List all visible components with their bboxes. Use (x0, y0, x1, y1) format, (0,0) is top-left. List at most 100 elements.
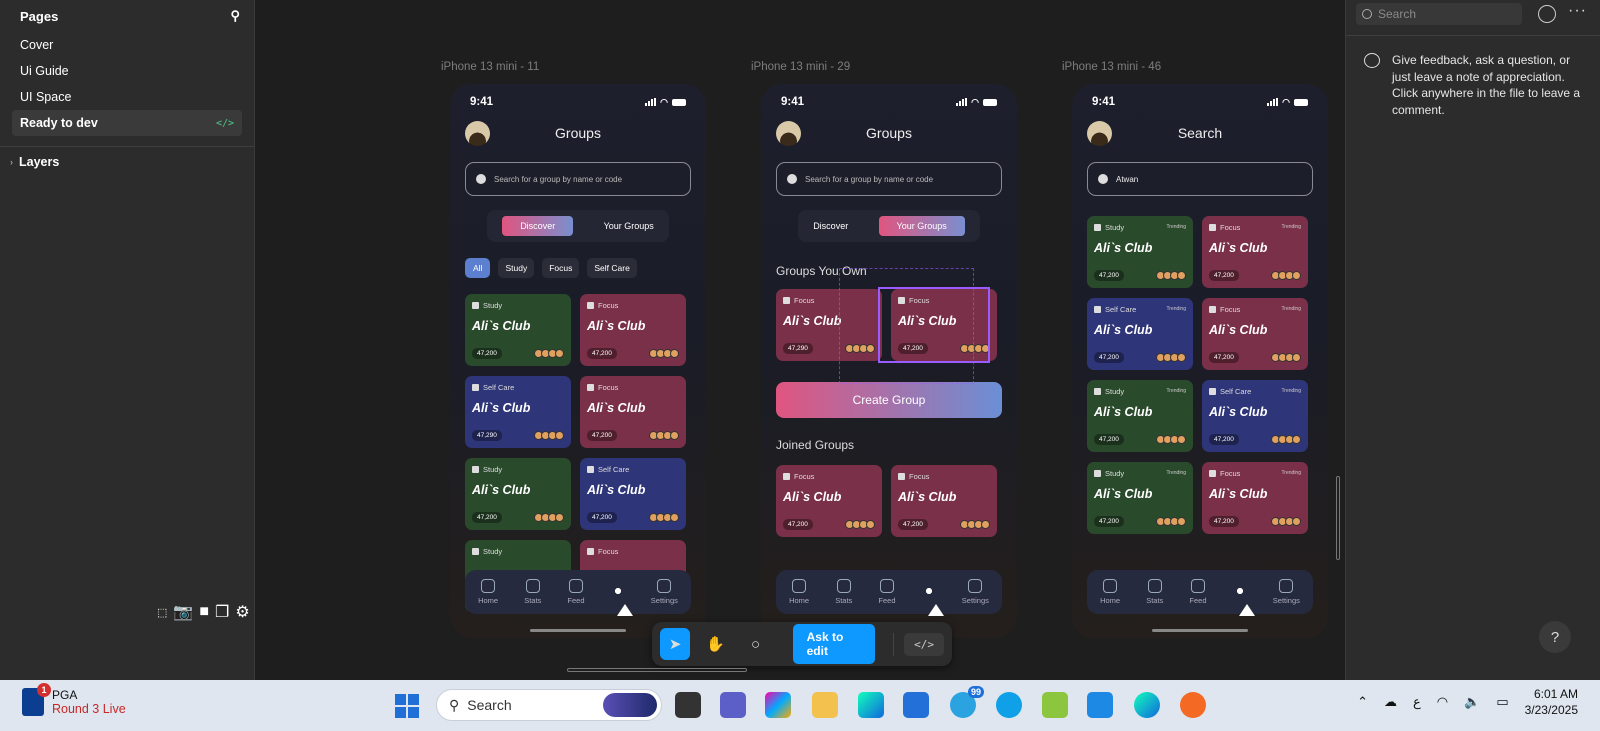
phone-frame-search[interactable]: 9:41 ◠ Search Atwan Study Trending Ali`s Cl… (1072, 84, 1328, 638)
nav-item-stats[interactable]: Stats (1146, 579, 1163, 605)
comments-search-input[interactable]: Search (1356, 3, 1522, 25)
nav-item-groups[interactable] (921, 583, 936, 601)
language-indicator[interactable]: ع (1413, 694, 1421, 710)
volume-icon[interactable]: 🔈 (1464, 694, 1480, 710)
nav-item-settings[interactable]: Settings (962, 579, 989, 605)
nav-item-feed[interactable]: Feed (878, 579, 896, 605)
tab-discover[interactable]: Discover (502, 216, 574, 236)
file-explorer-icon[interactable] (812, 692, 838, 718)
nav-item-home[interactable]: Home (789, 579, 809, 605)
frame-label[interactable]: iPhone 13 mini - 11 (441, 61, 539, 73)
group-card[interactable]: Focus Trending Ali`s Club 47,200 (1202, 298, 1308, 370)
tab-your-groups[interactable]: Your Groups (878, 216, 965, 236)
group-card[interactable]: Study Ali`s Club 47,200 (465, 294, 571, 366)
frame-label[interactable]: iPhone 13 mini - 46 (1062, 61, 1161, 73)
create-group-button[interactable]: Create Group (776, 382, 1002, 418)
nav-item-settings[interactable]: Settings (651, 579, 678, 605)
chip-study[interactable]: Study (498, 258, 535, 278)
page-ui-guide[interactable]: Ui Guide (12, 58, 242, 84)
lambda-app-icon[interactable] (1042, 692, 1068, 718)
edge-icon[interactable] (858, 692, 884, 718)
battery-icon (672, 98, 686, 106)
comment-tool-icon[interactable]: ○ (740, 628, 770, 660)
chip-focus[interactable]: Focus (542, 258, 580, 278)
group-card[interactable]: Focus Ali`s Club 47,200 (580, 376, 686, 448)
vscode-icon[interactable] (1087, 692, 1113, 718)
page-ready-to-dev[interactable]: Ready to dev </> (12, 110, 242, 136)
design-canvas[interactable]: iPhone 13 mini - 11 iPhone 13 mini - 29 … (255, 0, 1345, 680)
nav-item-home[interactable]: Home (1100, 579, 1120, 605)
more-options-icon[interactable]: ··· (1568, 2, 1587, 20)
group-card[interactable]: Study Trending Ali`s Club 47,200 (1087, 462, 1193, 534)
tab-discover[interactable]: Discover (813, 221, 848, 231)
ask-to-edit-button[interactable]: Ask to edit (792, 624, 876, 664)
task-view-icon[interactable] (675, 692, 701, 718)
nav-item-settings[interactable]: Settings (1273, 579, 1300, 605)
phone-frame-groups-discover[interactable]: 9:41 ◠ Groups Search for a group by name … (450, 84, 706, 638)
tab-your-groups[interactable]: Your Groups (604, 221, 654, 231)
camera-icon[interactable]: 📷 (173, 602, 193, 622)
group-card[interactable]: Focus Ali`s Club 47,200 (891, 465, 997, 537)
clock[interactable]: 6:01 AM 3/23/2025 (1525, 686, 1578, 718)
nav-item-stats[interactable]: Stats (524, 579, 541, 605)
cloud-off-icon[interactable]: ☁ (1384, 694, 1397, 710)
gear-icon[interactable]: ⚙ (235, 602, 249, 622)
group-card[interactable]: Self Care Trending Ali`s Club 47,200 (1202, 380, 1308, 452)
search-icon[interactable]: ⚲ (230, 8, 240, 24)
group-card[interactable]: Study Trending Ali`s Club 47,200 (1087, 216, 1193, 288)
telegram-icon[interactable]: 99 (950, 686, 984, 718)
windows-start-icon[interactable] (395, 694, 419, 718)
copilot-icon[interactable] (765, 692, 791, 718)
nav-item-feed[interactable]: Feed (567, 579, 585, 605)
chevron-right-icon: › (10, 157, 13, 167)
group-card[interactable]: Self Care Ali`s Club 47,290 (465, 376, 571, 448)
nav-item-groups[interactable] (610, 583, 625, 601)
wifi-icon[interactable]: ◠ (1437, 694, 1448, 710)
battery-icon[interactable]: ▭ (1496, 694, 1508, 710)
chip-self-care[interactable]: Self Care (587, 258, 637, 278)
dev-mode-toggle[interactable]: </> (893, 632, 944, 656)
taskbar-search[interactable]: ⚲ Search (436, 689, 662, 721)
store-icon[interactable] (903, 692, 929, 718)
hand-tool-icon[interactable]: ✋ (700, 628, 730, 660)
group-search-input[interactable]: Search for a group by name or code (776, 162, 1002, 196)
windows-icon[interactable]: ❐ (215, 602, 229, 622)
group-card[interactable]: Focus Trending Ali`s Club 47,200 (1202, 462, 1308, 534)
page-cover[interactable]: Cover (12, 32, 242, 58)
group-card[interactable]: Self Care Ali`s Club 47,200 (580, 458, 686, 530)
snip-icon[interactable]: ⬚ (157, 606, 167, 619)
group-card[interactable]: Focus Ali`s Club 47,200 (580, 294, 686, 366)
layers-toggle[interactable]: › Layers (0, 155, 254, 169)
card-title: Ali`s Club (587, 483, 646, 497)
search-icon (1098, 174, 1108, 184)
teams-icon[interactable] (720, 692, 746, 718)
figma-icon[interactable] (1180, 692, 1206, 718)
group-search-input[interactable]: Search for a group by name or code (465, 162, 691, 196)
help-button[interactable]: ? (1539, 621, 1571, 653)
nav-item-feed[interactable]: Feed (1189, 579, 1207, 605)
video-icon[interactable]: ■ (199, 603, 209, 621)
edge-beta-icon[interactable] (1134, 692, 1160, 718)
horizontal-scrollbar[interactable] (567, 668, 747, 672)
nav-item-home[interactable]: Home (478, 579, 498, 605)
wifi-icon: ◠ (660, 96, 668, 107)
group-card[interactable]: Study Trending Ali`s Club 47,200 (1087, 380, 1193, 452)
group-card[interactable]: Self Care Trending Ali`s Club 47,200 (1087, 298, 1193, 370)
move-tool-icon[interactable]: ➤ (660, 628, 691, 660)
chat-app-icon[interactable] (996, 692, 1022, 718)
chip-all[interactable]: All (465, 258, 491, 278)
group-search-input[interactable]: Atwan (1087, 162, 1313, 196)
battery-icon (983, 98, 997, 106)
vertical-scrollbar[interactable] (1336, 476, 1340, 560)
group-card[interactable]: Focus Ali`s Club 47,200 (776, 465, 882, 537)
frame-label[interactable]: iPhone 13 mini - 29 (751, 61, 850, 73)
group-card[interactable]: Study Ali`s Club 47,200 (465, 458, 571, 530)
selection-box[interactable] (878, 287, 990, 363)
nav-item-stats[interactable]: Stats (835, 579, 852, 605)
page-ui-space[interactable]: UI Space (12, 84, 242, 110)
nav-item-groups[interactable] (1232, 583, 1247, 601)
pga-widget[interactable]: 1 PGA Round 3 Live (22, 683, 126, 716)
group-card[interactable]: Focus Trending Ali`s Club 47,200 (1202, 216, 1308, 288)
chevron-up-icon[interactable]: ⌃ (1357, 694, 1368, 710)
filter-icon[interactable] (1538, 5, 1556, 23)
